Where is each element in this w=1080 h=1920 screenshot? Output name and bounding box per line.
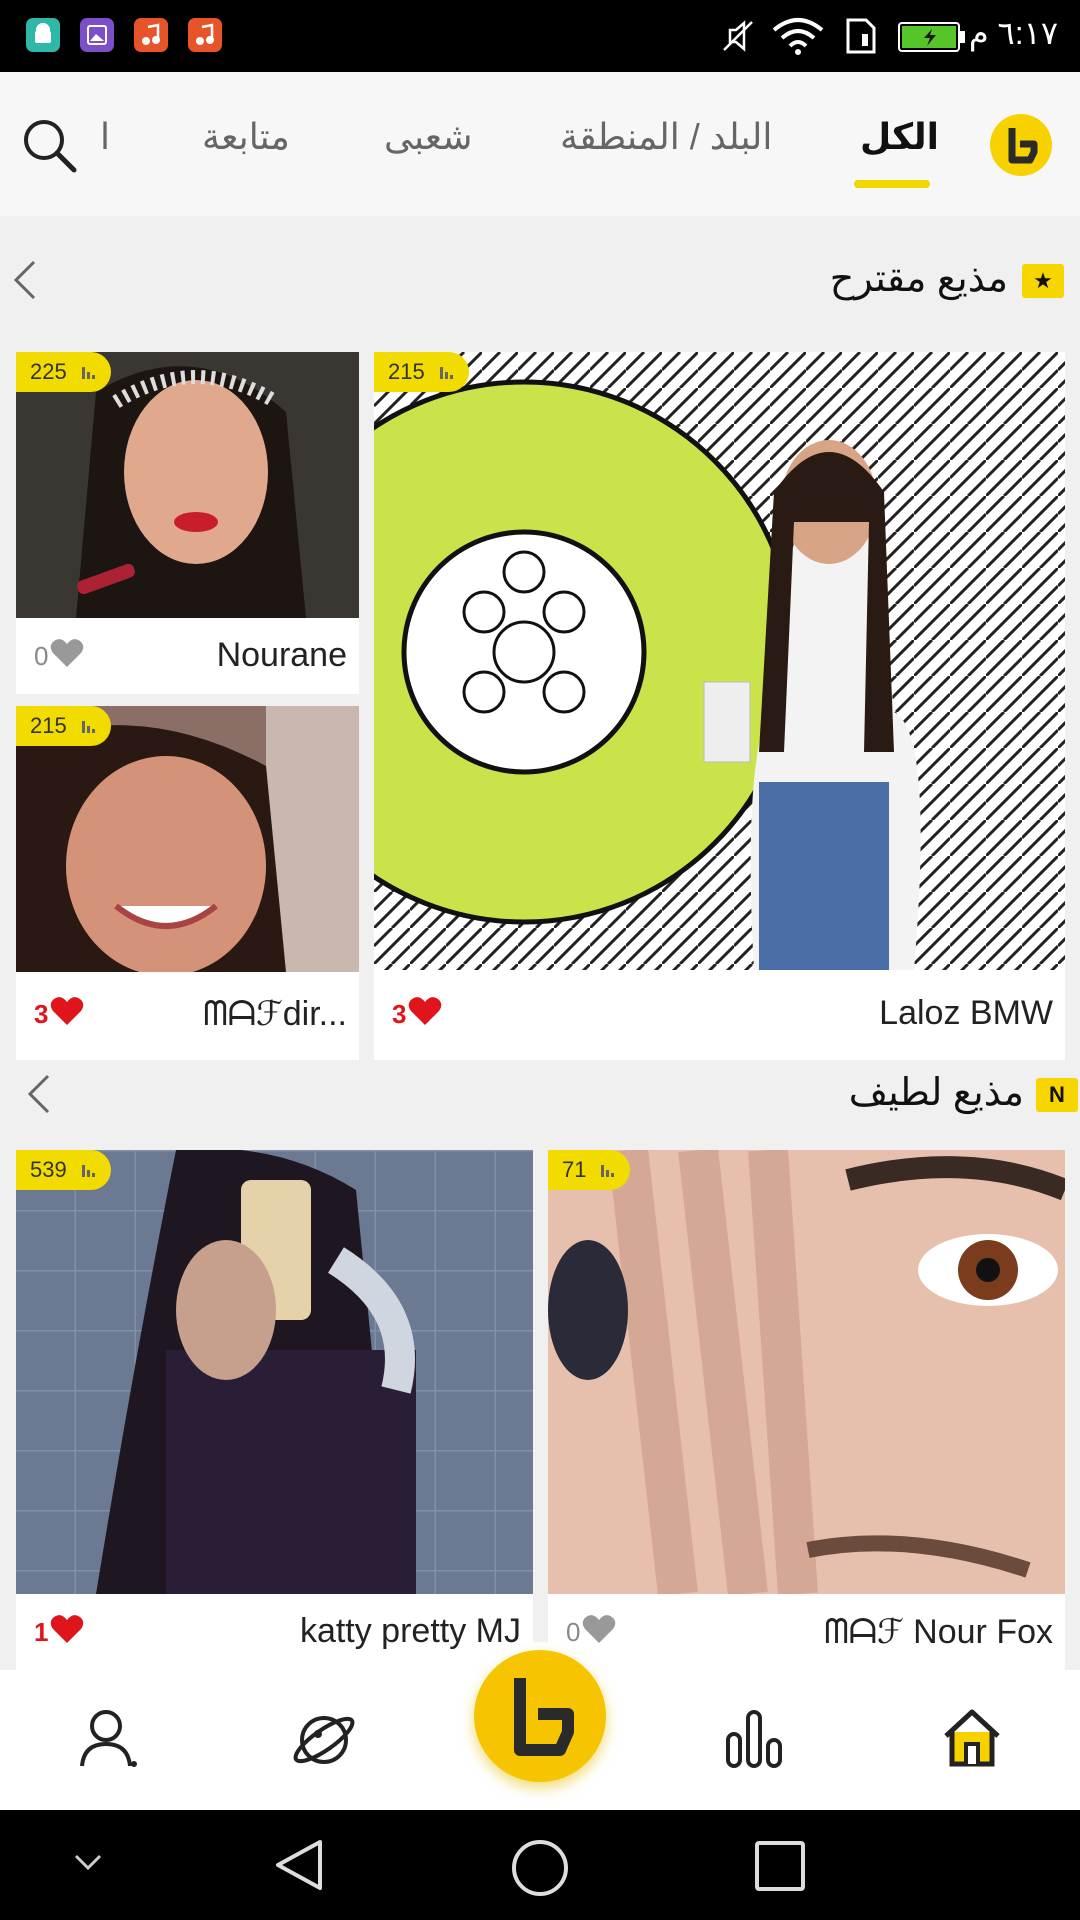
search-icon[interactable]: [20, 116, 78, 179]
broadcaster-name: katty pretty MJ: [299, 1612, 521, 1650]
heart-icon: [50, 1614, 84, 1651]
viewer-count-badge: 71: [548, 1150, 631, 1190]
top-navigation: الكل البلد / المنطقة شعبى متابعة ا: [0, 72, 1080, 216]
likes-count: 0: [34, 641, 49, 671]
clock: ٦:١٧ م: [968, 15, 1058, 51]
back-icon[interactable]: [274, 1838, 324, 1897]
chevron-down-icon[interactable]: [72, 1850, 104, 1879]
signal-bars-icon: [600, 1157, 616, 1183]
heart-outline-icon: [50, 638, 84, 675]
card-footer: Laloz BMW 3: [374, 970, 1065, 1060]
broadcaster-name: Laloz BMW: [879, 994, 1053, 1032]
explore-planet-icon[interactable]: [292, 1706, 356, 1775]
battery-icon: [898, 22, 966, 57]
broadcaster-card[interactable]: 71 ᗰᗩℱ Nour Fox 0: [548, 1150, 1065, 1670]
discover-feed: ★ مذيع مقترح 215 Laloz BMW 3 225 Nourane…: [0, 216, 1080, 1670]
section-header-recommended: ★ مذيع مقترح: [0, 242, 1080, 322]
tab-overflow[interactable]: ا: [100, 116, 110, 158]
broadcaster-card[interactable]: 539 katty pretty MJ 1: [16, 1150, 533, 1670]
status-bar: ٦:١٧ م: [0, 0, 1080, 72]
signal-bars-icon: [81, 359, 97, 385]
signal-bars-icon: [439, 359, 455, 385]
system-navigation-bar: [0, 1810, 1080, 1920]
likes-counter: 3: [392, 996, 442, 1033]
app-logo[interactable]: [990, 114, 1052, 176]
heart-outline-icon: [582, 1614, 616, 1651]
recents-icon[interactable]: [754, 1840, 806, 1897]
likes-count: 3: [392, 999, 407, 1029]
likes-counter: 0: [566, 1614, 616, 1651]
card-footer: ᗰᗩℱ Nour Fox 0: [548, 1594, 1065, 1670]
wifi-icon: [770, 16, 826, 61]
likes-count: 3: [34, 999, 49, 1029]
chevron-left-icon[interactable]: [24, 1072, 54, 1121]
tab-all[interactable]: الكل: [860, 116, 939, 158]
viewer-count: 215: [30, 713, 67, 738]
broadcaster-photo: [16, 1150, 533, 1594]
likes-count: 0: [566, 1617, 581, 1647]
home-icon[interactable]: [940, 1706, 1004, 1775]
sim-card-icon: [840, 16, 880, 61]
tab-country-region[interactable]: البلد / المنطقة: [560, 116, 772, 158]
live-center-icon: [474, 1678, 606, 1786]
home-circle-icon[interactable]: [510, 1838, 570, 1903]
broadcaster-name: ᗰᗩℱdir...: [203, 995, 347, 1033]
card-footer: ᗰᗩℱdir... 3: [16, 972, 359, 1060]
broadcaster-name: ᗰᗩℱ Nour Fox: [824, 1613, 1053, 1651]
gallery-app-icon: [80, 18, 114, 52]
viewer-count-badge: 215: [16, 706, 111, 746]
card-footer: katty pretty MJ 1: [16, 1594, 533, 1670]
viewer-count-badge: 539: [16, 1150, 111, 1190]
likes-count: 1: [34, 1617, 49, 1647]
profile-icon[interactable]: [76, 1706, 140, 1775]
signal-bars-icon: [81, 1157, 97, 1183]
star-badge-icon: ★: [1022, 264, 1064, 298]
tab-popular[interactable]: شعبى: [384, 116, 472, 158]
section-header-nice: N مذيع لطيف: [0, 1056, 1080, 1136]
live-center-button[interactable]: [466, 1642, 614, 1790]
viewer-count: 71: [562, 1157, 587, 1182]
tab-following[interactable]: متابعة: [202, 116, 290, 158]
mute-icon: [718, 16, 758, 61]
signal-bars-icon: [81, 713, 97, 739]
heart-icon: [50, 996, 84, 1033]
likes-counter: 0: [34, 638, 84, 675]
section-title: مذيع مقترح: [829, 258, 1008, 300]
ranking-icon[interactable]: [722, 1706, 786, 1775]
viewer-count: 539: [30, 1157, 67, 1182]
music-app-icon: [134, 18, 168, 52]
broadcaster-card[interactable]: 225 Nourane 0: [16, 352, 359, 694]
broadcaster-card[interactable]: 215 Laloz BMW 3: [374, 352, 1065, 1060]
likes-counter: 3: [34, 996, 84, 1033]
broadcaster-card[interactable]: 215 ᗰᗩℱdir... 3: [16, 706, 359, 1060]
chevron-left-icon[interactable]: [10, 258, 40, 307]
broadcaster-photo: [548, 1150, 1065, 1597]
new-badge-icon: N: [1036, 1078, 1078, 1112]
section-title: مذيع لطيف: [848, 1072, 1024, 1114]
viewer-count: 215: [388, 359, 425, 384]
likes-counter: 1: [34, 1614, 84, 1651]
heart-icon: [408, 996, 442, 1033]
viewer-count-badge: 215: [374, 352, 469, 392]
viewer-count-badge: 225: [16, 352, 111, 392]
music-app-icon-2: [188, 18, 222, 52]
android-app-icon: [26, 18, 60, 52]
active-tab-indicator: [854, 180, 930, 188]
viewer-count: 225: [30, 359, 67, 384]
broadcaster-name: Nourane: [216, 636, 347, 674]
card-footer: Nourane 0: [16, 618, 359, 694]
broadcaster-photo: [374, 352, 1065, 970]
